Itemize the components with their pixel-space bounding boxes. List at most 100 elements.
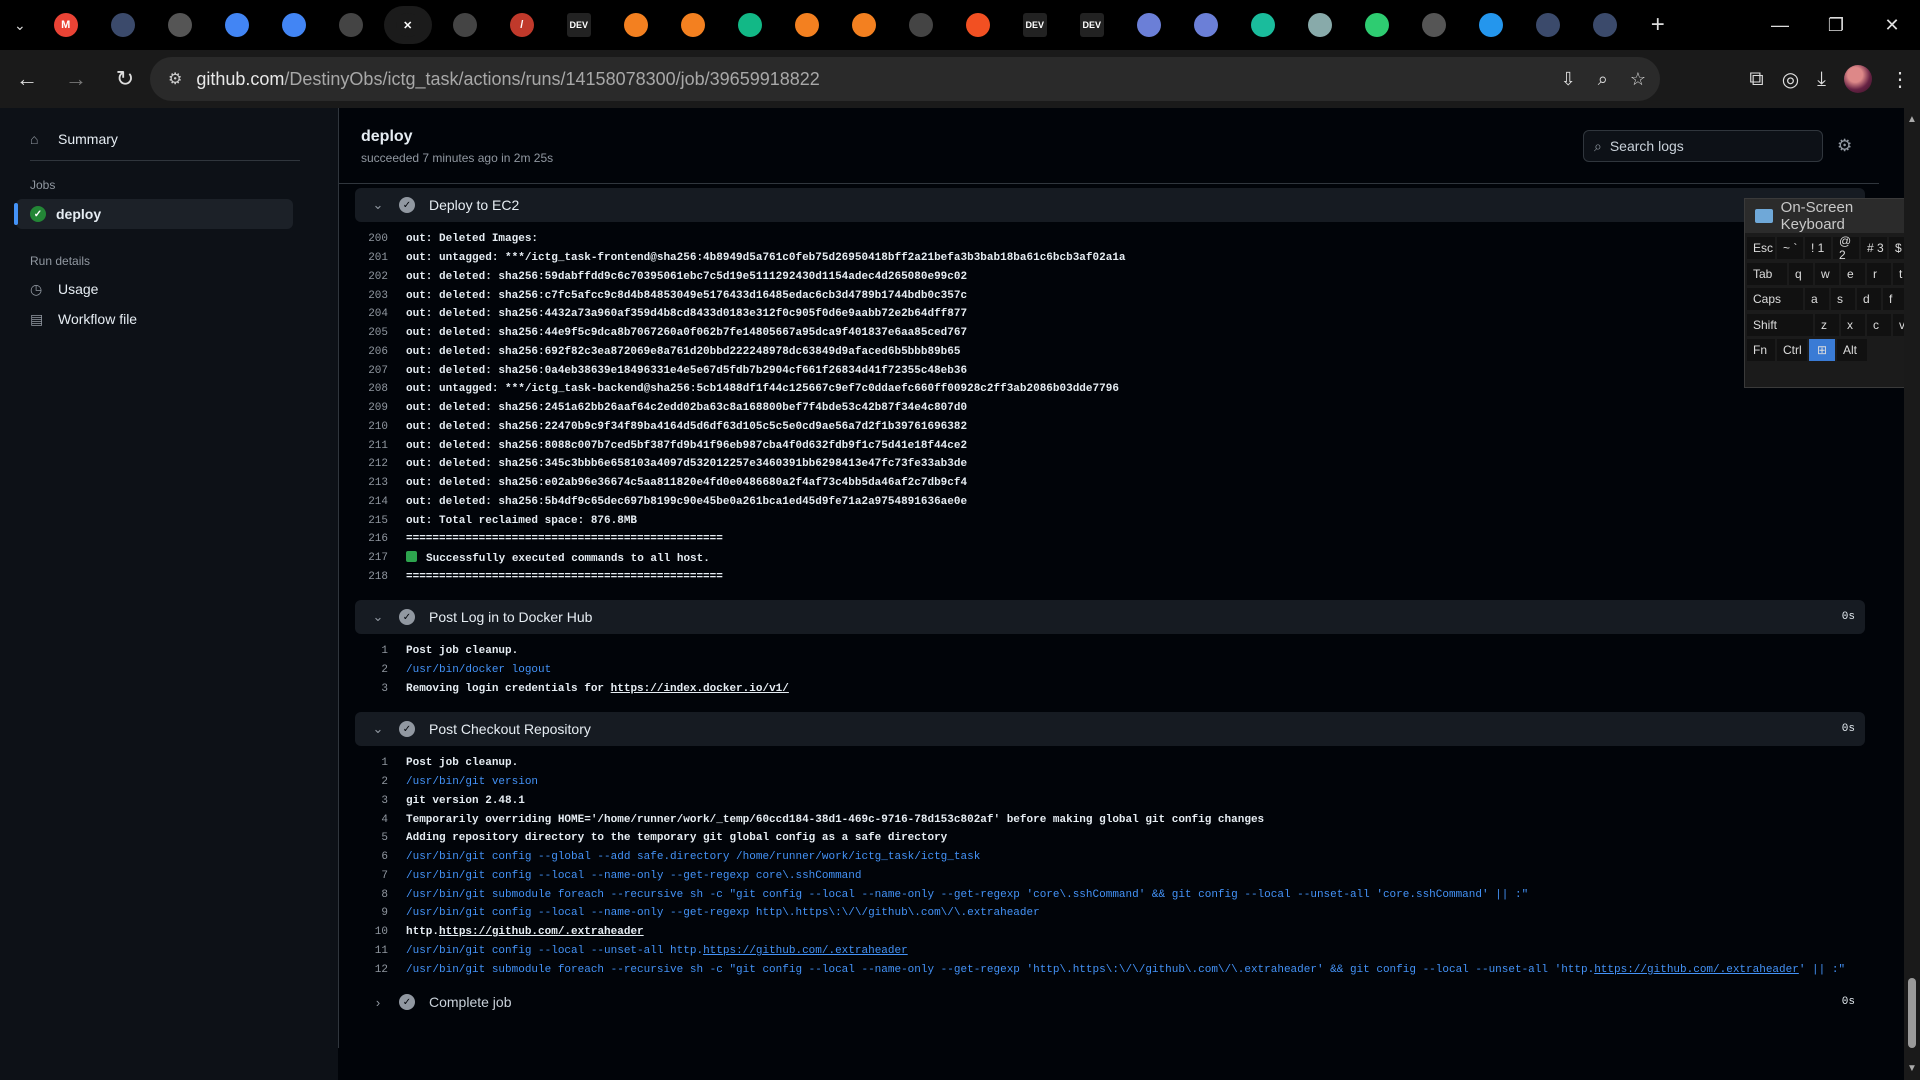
on-screen-keyboard[interactable]: On-Screen Keyboard Esc~ `! 1@ 2# 3$ 4Tab… [1744,198,1920,388]
line-number[interactable]: 209 [355,402,401,414]
browser-tab[interactable]: / [498,6,546,44]
log-link[interactable]: https://index.docker.io/v1/ [611,683,789,695]
browser-tab[interactable] [1353,6,1401,44]
browser-tab[interactable]: DEV [555,6,603,44]
windows-key-icon[interactable]: ⊞ [1809,339,1835,361]
forward-button[interactable]: → [54,57,98,101]
line-number[interactable]: 211 [355,440,401,452]
log-link[interactable]: https://github.com/.extraheader [439,926,644,938]
line-number[interactable]: 208 [355,383,401,395]
performance-icon[interactable]: ◎ [1782,67,1799,92]
line-number[interactable]: 214 [355,496,401,508]
browser-menu-icon[interactable]: ⋮ [1890,67,1910,92]
osk-key[interactable]: c [1867,313,1891,336]
line-number[interactable]: 212 [355,458,401,470]
line-number[interactable]: 205 [355,327,401,339]
browser-tab[interactable] [441,6,489,44]
line-number[interactable]: 213 [355,477,401,489]
osk-key[interactable]: # 3 [1861,237,1887,259]
line-number[interactable]: 5 [355,832,401,844]
line-number[interactable]: 9 [355,907,401,919]
sidebar-item-deploy[interactable]: ✓ deploy [14,199,293,229]
osk-key[interactable]: Fn [1747,339,1775,361]
browser-tab[interactable]: M [42,6,90,44]
back-button[interactable]: ← [5,57,49,101]
scroll-up-arrow[interactable]: ▲ [1907,114,1917,125]
browser-tab[interactable]: DEV [1011,6,1059,44]
bookmark-star-icon[interactable]: ☆ [1630,69,1646,90]
line-number[interactable]: 218 [355,571,401,583]
search-logs[interactable]: ⌕ [1583,130,1823,162]
line-number[interactable]: 3 [355,795,401,807]
site-info-icon[interactable]: ⚙ [168,69,182,89]
scrollbar-thumb[interactable] [1908,978,1916,1048]
line-number[interactable]: 215 [355,515,401,527]
line-number[interactable]: 2 [355,776,401,788]
line-number[interactable]: 7 [355,870,401,882]
osk-key[interactable]: ~ ` [1777,237,1803,259]
browser-tab[interactable] [1467,6,1515,44]
close-window-button[interactable]: ✕ [1864,0,1920,50]
line-number[interactable]: 1 [355,645,401,657]
osk-titlebar[interactable]: On-Screen Keyboard [1745,199,1919,233]
restore-button[interactable]: ❐ [1808,0,1864,50]
line-number[interactable]: 206 [355,346,401,358]
minimize-button[interactable]: — [1752,0,1808,50]
osk-key[interactable]: Shift [1747,313,1813,336]
browser-tab[interactable] [1410,6,1458,44]
osk-key[interactable]: x [1841,313,1865,336]
line-number[interactable]: 203 [355,290,401,302]
profile-avatar[interactable] [1844,65,1872,93]
zoom-icon[interactable]: ⌕ [1598,69,1608,90]
line-number[interactable]: 4 [355,814,401,826]
osk-key[interactable]: w [1815,262,1839,285]
browser-tab[interactable] [99,6,147,44]
line-number[interactable]: 11 [355,945,401,957]
line-number[interactable]: 2 [355,664,401,676]
browser-tab[interactable] [1296,6,1344,44]
browser-tab[interactable] [783,6,831,44]
sidebar-item-usage[interactable]: ◷ Usage [16,274,293,304]
browser-tab[interactable] [726,6,774,44]
osk-key[interactable]: s [1831,288,1855,310]
tab-search-button[interactable]: ⌄ [14,17,26,34]
step-deploy-to-ec2[interactable]: ⌄ ✓ Deploy to EC2 [355,188,1865,222]
osk-key[interactable]: a [1805,288,1829,310]
line-number[interactable]: 3 [355,683,401,695]
browser-tab[interactable] [1182,6,1230,44]
line-number[interactable]: 210 [355,421,401,433]
line-number[interactable]: 200 [355,233,401,245]
downloads-icon[interactable]: ⤓ [1817,68,1826,91]
osk-key[interactable]: Esc [1747,237,1775,259]
page-scrollbar[interactable]: ▲ ▼ [1904,108,1920,1080]
browser-tab[interactable] [1524,6,1572,44]
line-number[interactable]: 204 [355,308,401,320]
browser-tab[interactable] [840,6,888,44]
browser-tab[interactable] [327,6,375,44]
new-tab-button[interactable]: + [1642,9,1674,41]
osk-key[interactable]: Caps [1747,288,1803,310]
browser-tab[interactable] [1581,6,1629,44]
browser-tab[interactable] [270,6,318,44]
osk-key[interactable]: q [1789,262,1813,285]
osk-key[interactable]: Ctrl [1777,339,1807,361]
browser-tab[interactable] [612,6,660,44]
line-number[interactable]: 217 [355,552,401,564]
osk-key[interactable]: Tab [1747,262,1787,285]
browser-tab[interactable] [669,6,717,44]
sidebar-item-workflow-file[interactable]: ▤ Workflow file [16,304,293,334]
osk-key[interactable]: d [1857,288,1881,310]
osk-key[interactable]: e [1841,262,1865,285]
scroll-down-arrow[interactable]: ▼ [1907,1063,1917,1074]
osk-key[interactable]: z [1815,313,1839,336]
extensions-icon[interactable]: ⧉ [1749,68,1763,91]
log-link[interactable]: https://github.com/.extraheader [1594,964,1799,976]
line-number[interactable]: 8 [355,889,401,901]
reload-button[interactable]: ↻ [103,57,147,101]
step-post-docker-login[interactable]: ⌄ ✓ Post Log in to Docker Hub 0s [355,600,1865,634]
browser-tab[interactable]: DEV [1068,6,1116,44]
line-number[interactable]: 202 [355,271,401,283]
step-complete-job[interactable]: › ✓ Complete job 0s [355,985,1865,1019]
gear-icon[interactable]: ⚙ [1837,136,1852,156]
install-app-icon[interactable]: ⇩ [1561,69,1576,90]
